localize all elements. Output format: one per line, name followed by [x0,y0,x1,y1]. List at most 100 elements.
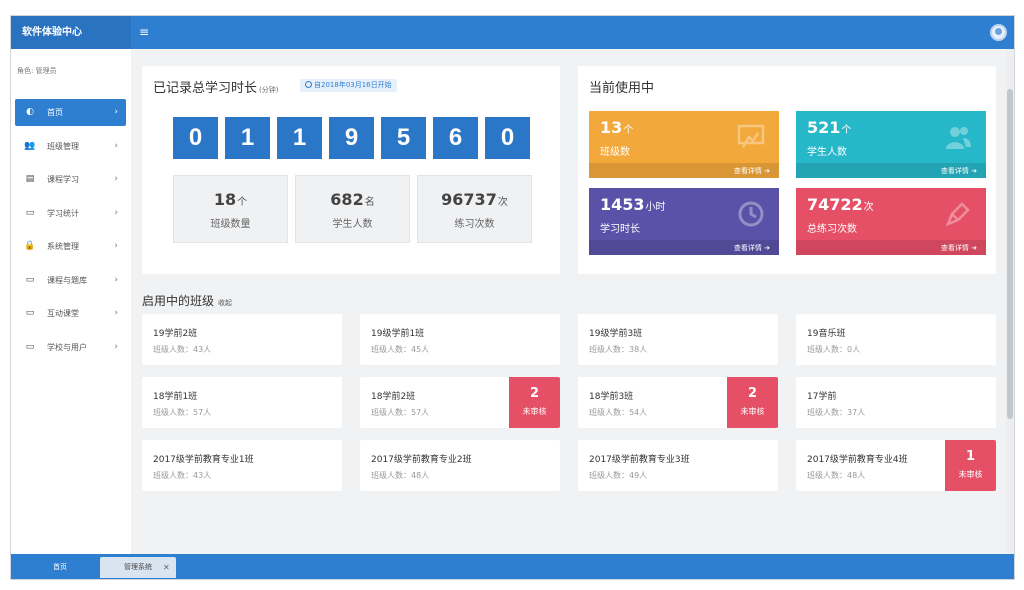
chevron-right-icon: › [114,207,118,218]
pending-review-badge[interactable]: 2 未审核 [727,377,778,428]
class-name: 17学前 [807,392,837,402]
class-student-count: 班级人数：57人 [153,408,212,417]
class-name: 18学前3班 [589,392,634,402]
active-classes-title-text: 启用中的班级 [142,294,215,308]
hamburger-icon[interactable]: ≡ [139,25,153,39]
class-name: 18学前2班 [371,392,416,402]
close-icon[interactable]: ✕ [163,557,170,578]
class-student-count: 班级人数：38人 [589,345,648,354]
metric-value: 521个 [807,118,852,137]
class-card[interactable]: 18学前3班班级人数：54人 2 未审核 [578,377,778,428]
sidebar-item-4[interactable]: ▭ 学习统计 › [15,200,126,227]
chevron-right-icon: › [114,140,118,151]
lock-icon: 🔒 [24,241,36,251]
sidebar-item-label: 系统管理 [47,242,79,251]
active-classes-title: 启用中的班级 收起 [142,292,232,309]
sidebar-item-1[interactable]: ◐ 首页 › [15,99,126,126]
class-student-count: 班级人数：37人 [807,408,866,417]
metric-practice: 74722次 总练习次数 查看详情 ➔ [796,188,986,255]
counter-digit: 0 [485,117,530,159]
collapse-link[interactable]: 收起 [218,299,232,307]
chevron-right-icon: › [114,241,118,251]
stat-value: 96737次 [418,190,531,209]
pending-review-badge[interactable]: 1 未审核 [945,440,996,491]
metric-label: 总练习次数 [807,224,857,235]
counter-digit: 1 [225,117,270,159]
view-details-link[interactable]: 查看详情 ➔ [734,166,770,176]
monitor-icon: ▭ [25,341,35,352]
view-details-link[interactable]: 查看详情 ➔ [734,243,770,253]
sidebar-item-6[interactable]: ▭ 课程与题库 › [15,267,126,294]
class-card[interactable]: 18学前2班班级人数：57人 2 未审核 [360,377,560,428]
class-name: 2017级学前教育专业1班 [153,455,254,465]
class-student-count: 班级人数：48人 [371,471,430,480]
current-usage-title: 当前使用中 [589,81,655,96]
user-avatar-icon[interactable] [990,24,1007,41]
view-details-link[interactable]: 查看详情 ➔ [941,166,977,176]
counter-digit: 0 [173,117,218,159]
total-title-text: 已记录总学习时长 [153,81,258,96]
class-card[interactable]: 18学前1班 班级人数：57人 [142,377,342,428]
pending-label: 未审核 [958,470,983,479]
metric-label: 学习时长 [600,224,640,235]
brand-title: 软件体验中心 [11,16,131,49]
class-name: 19学前2班 [153,329,198,339]
sidebar-item-8[interactable]: ▭ 学校与用户 › [15,334,126,361]
sidebar-item-2[interactable]: 👥 班级管理 › [15,133,126,160]
class-student-count: 班级人数：48人 [807,471,866,480]
role-label: 角色: 管理员 [17,67,57,75]
class-card[interactable]: 19级学前1班 班级人数：45人 [360,314,560,365]
total-study-time-title: 已记录总学习时长 (分钟) [153,77,278,96]
sidebar-item-label: 课程学习 [47,175,79,184]
sidebar-item-label: 首页 [47,108,63,117]
chevron-right-icon: › [114,341,118,352]
class-card[interactable]: 19音乐班 班级人数：0人 [796,314,996,365]
tab-home[interactable]: 首页 [20,557,100,578]
app-window: 软件体验中心 ≡ 角色: 管理员 ◐ 首页 › 👥 班级管理 › ▤ 课程学习 › ▭ 学习统计 › 🔒… [10,15,1015,580]
metric-label: 学生人数 [807,147,847,158]
class-card[interactable]: 2017级学前教育专业3班 班级人数：49人 [578,440,778,491]
stat-value: 682名 [296,190,409,209]
stat-label: 学生人数 [332,219,373,230]
stat-box: 682名学生人数 [295,175,410,243]
class-student-count: 班级人数：54人 [589,408,648,417]
pending-label: 未审核 [522,407,547,416]
class-card[interactable]: 2017级学前教育专业4班 班级人数：48人 1 未审核 [796,440,996,491]
pending-count: 2 [529,386,540,401]
chevron-right-icon: › [114,174,118,184]
class-card[interactable]: 19级学前3班 班级人数：38人 [578,314,778,365]
monitor-icon: ▭ [25,308,35,318]
sidebar-item-3[interactable]: ▤ 课程学习 › [15,166,126,193]
class-card[interactable]: 19学前2班班级人数：43人 [142,314,342,365]
metric-classes: 13个 班级数 查看详情 ➔ [589,111,779,178]
sidebar-item-7[interactable]: ▭ 互动课堂 › [15,300,126,327]
sidebar-item-5[interactable]: 🔒 系统管理 › [15,233,126,260]
view-details-link[interactable]: 查看详情 ➔ [941,243,977,253]
since-date-text: 自2018年03月16日开始 [314,81,392,89]
users-icon [946,127,971,149]
class-student-count: 班级人数：49人 [589,471,648,480]
clock-icon [738,201,764,227]
class-name: 2017级学前教育专业3班 [589,455,690,465]
class-name: 2017级学前教育专业2班 [371,455,472,465]
class-student-count: 班级人数：57人 [371,408,430,417]
class-card[interactable]: 2017级学前教育专业1班 班级人数：43人 [142,440,342,491]
chevron-right-icon: › [114,308,118,318]
stat-value: 18个 [174,190,287,209]
scrollbar-track[interactable] [1006,49,1014,554]
counter-digit: 1 [277,117,322,159]
class-student-count: 班级人数：45人 [371,345,430,354]
scrollbar-thumb[interactable] [1007,89,1013,419]
since-date-badge: 自2018年03月16日开始 [300,79,397,92]
stat-unit: 次 [497,197,508,208]
class-card[interactable]: 2017级学前教育专业2班 班级人数：48人 [360,440,560,491]
chevron-right-icon: › [114,274,118,285]
metric-label: 班级数 [600,147,630,158]
pending-review-badge[interactable]: 2 未审核 [509,377,560,428]
class-student-count: 班级人数：43人 [153,345,212,354]
pen-icon [945,202,970,227]
class-card[interactable]: 17学前班级人数：37人 [796,377,996,428]
stat-label: 练习次数 [454,219,495,230]
clock-icon [305,81,312,88]
metric-hours: 1453小时 学习时长 查看详情 ➔ [589,188,779,255]
